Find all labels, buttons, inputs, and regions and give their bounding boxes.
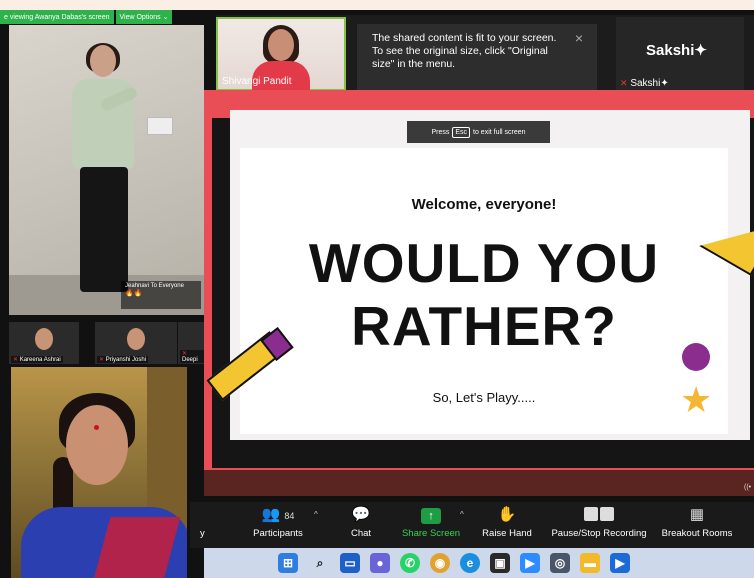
pencil-decoration <box>196 326 296 401</box>
breakout-rooms-button[interactable]: ▦ Breakout Rooms <box>658 504 736 539</box>
grid-icon: ▦ <box>689 506 705 523</box>
windows-taskbar: ⊞ ⌕ ▭ ● ✆ ◉ e ▣ ▶ ◎ ▬ ▶ <box>204 548 754 578</box>
mic-muted-icon: ✕ <box>13 357 19 363</box>
fit-screen-tooltip: The shared content is fit to your screen… <box>357 24 597 96</box>
viewing-text: e viewing Awanya Dabas's screen <box>0 10 114 24</box>
audio-icon: ((• <box>744 484 752 491</box>
view-options-button[interactable]: View Options ⌄ <box>115 10 173 24</box>
participant-avatar-name: Sakshi✦ <box>646 42 707 59</box>
edge-icon[interactable]: e <box>460 553 480 573</box>
caption-emoji: 🔥🔥 <box>125 290 143 297</box>
self-video[interactable] <box>11 367 187 578</box>
share-screen-icon: ↑ <box>421 508 441 524</box>
meeting-toolbar: y 👥 84 Participants ^ 💬 Chat ↑ Share Scr… <box>190 502 754 548</box>
chevron-up-icon[interactable]: ^ <box>460 510 464 519</box>
chrome-icon[interactable]: ◉ <box>430 553 450 573</box>
participants-icon: 👥 <box>261 506 281 523</box>
zoom-icon[interactable]: ▶ <box>520 553 540 573</box>
zoom-window: e viewing Awanya Dabas's screen View Opt… <box>0 10 754 578</box>
search-icon[interactable]: ⌕ <box>310 553 330 573</box>
raise-hand-button[interactable]: ✋ Raise Hand <box>480 504 534 539</box>
media-player-icon[interactable]: ▶ <box>610 553 630 573</box>
pause-stop-icon <box>584 507 614 521</box>
whatsapp-icon[interactable]: ✆ <box>400 553 420 573</box>
store-icon[interactable]: ▣ <box>490 553 510 573</box>
folder-icon[interactable]: ▬ <box>580 553 600 573</box>
mic-muted-icon: ✕ <box>99 357 105 363</box>
toolbar-partial-label: y <box>200 528 205 539</box>
chat-icon: 💬 <box>351 506 371 523</box>
pause-stop-recording-button[interactable]: Pause/Stop Recording <box>548 504 650 539</box>
purple-dot-decoration <box>682 343 710 371</box>
mic-muted-icon: ✕ <box>620 78 628 88</box>
hand-icon: ✋ <box>497 506 517 523</box>
chevron-up-icon[interactable]: ^ <box>314 510 318 519</box>
participant-thumb[interactable]: ✕ Kareena Ashrai <box>9 322 79 364</box>
gallery-tile-shivangi[interactable]: Shivangi Pandit <box>216 17 346 93</box>
tooltip-text: The shared content is fit to your screen… <box>372 32 557 70</box>
slide-title-line2: RATHER? <box>351 295 617 357</box>
dancer-figure <box>64 43 144 300</box>
participant-name: Sakshi✦ <box>630 78 669 89</box>
chat-caption: Jeahnavi To Everyone 🔥🔥 <box>121 281 201 309</box>
participants-count: 84 <box>284 511 295 521</box>
wedge-decoration <box>700 195 754 275</box>
slide-welcome: Welcome, everyone! <box>411 196 557 213</box>
windows-start-icon[interactable]: ⊞ <box>278 553 298 573</box>
exit-fullscreen-hint[interactable]: Press Esc to exit full screen <box>407 121 550 143</box>
speaker-video[interactable]: Jeahnavi To Everyone 🔥🔥 <box>9 25 204 315</box>
chat-button[interactable]: 💬 Chat <box>348 504 374 539</box>
participant-name: Priyanshi Joshi <box>105 357 147 363</box>
slide-title-line1: WOULD YOU <box>308 232 660 294</box>
close-icon[interactable]: × <box>575 31 583 45</box>
participant-name: Kareena Ashrai <box>19 357 61 363</box>
participants-button[interactable]: 👥 84 Participants <box>248 504 308 539</box>
participant-name: Shivangi Pandit <box>222 76 292 87</box>
star-icon: ★ <box>680 379 713 420</box>
teams-chat-icon[interactable]: ● <box>370 553 390 573</box>
slide-bottom-band <box>204 470 754 496</box>
file-explorer-icon[interactable]: ▭ <box>340 553 360 573</box>
share-screen-button[interactable]: ↑ Share Screen <box>400 504 462 539</box>
slide-subtitle: So, Let's Playy..... <box>432 390 536 405</box>
viewing-banner: e viewing Awanya Dabas's screen View Opt… <box>0 10 205 24</box>
participant-face <box>35 328 53 350</box>
wall-switch <box>147 117 173 135</box>
camera-icon[interactable]: ◎ <box>550 553 570 573</box>
participant-thumb[interactable]: ✕ Priyanshi Joshi <box>95 322 177 364</box>
esc-key: Esc <box>452 126 471 138</box>
gallery-tile-sakshi[interactable]: Sakshi✦ ✕ Sakshi✦ <box>616 17 744 91</box>
participant-face <box>127 328 145 350</box>
